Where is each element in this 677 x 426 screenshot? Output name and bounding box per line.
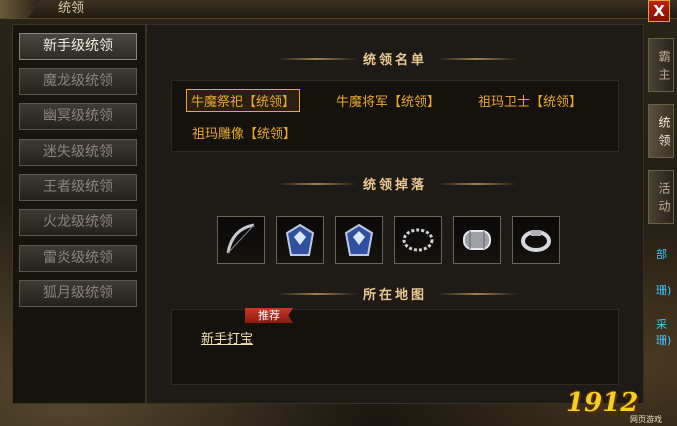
armor-blue-icon <box>344 223 374 256</box>
tab-commander[interactable]: 统领 <box>648 104 674 158</box>
commanders-title: 统领名单 <box>362 53 427 68</box>
commander-item[interactable]: 牛魔将军【统领】 <box>336 91 440 110</box>
title-bar: 统领 <box>0 0 677 19</box>
map-link[interactable]: 新手打宝 <box>201 328 253 347</box>
tab-overlord[interactable]: 霸主 <box>648 38 674 92</box>
commander-item[interactable]: 祖玛雕像【统领】 <box>192 123 296 142</box>
ring-icon <box>521 230 551 252</box>
nav-item-thunder-flame[interactable]: 雷炎级统领 <box>19 245 137 272</box>
drop-slot[interactable] <box>512 216 560 264</box>
close-button[interactable]: X <box>648 0 670 22</box>
necklace-icon <box>402 228 434 252</box>
bow-icon <box>226 223 255 254</box>
nav-item-lost[interactable]: 迷失级统领 <box>19 139 137 166</box>
title-ornament <box>0 0 40 18</box>
location-panel <box>171 309 619 385</box>
drop-slot[interactable] <box>453 216 501 264</box>
drop-slot[interactable] <box>335 216 383 264</box>
location-title: 所在地图 <box>362 288 427 303</box>
side-tip: 珊) <box>656 284 672 297</box>
recommend-badge: 推荐 <box>245 308 293 323</box>
drop-slot[interactable] <box>394 216 442 264</box>
level-nav: 新手级统领 魔龙级统领 幽冥级统领 迷失级统领 王者级统领 火龙级统领 雷炎级统… <box>12 24 146 404</box>
side-tip: 部 <box>656 248 667 261</box>
side-tip: 采珊) <box>656 318 672 347</box>
site-logo-sub: 网页游戏 <box>630 415 662 424</box>
commander-list: 牛魔祭祀【统领】 牛魔将军【统领】 祖玛卫士【统领】 祖玛雕像【统领】 <box>171 80 619 152</box>
drop-slot[interactable] <box>276 216 324 264</box>
main-panel: 统领名单 牛魔祭祀【统领】 牛魔将军【统领】 祖玛卫士【统领】 祖玛雕像【统领】… <box>146 24 644 404</box>
window-title: 统领 <box>58 1 85 16</box>
nav-item-fox-moon[interactable]: 狐月级统领 <box>19 280 137 307</box>
site-logo: 1912 <box>566 388 639 418</box>
commander-item[interactable]: 牛魔祭祀【统领】 <box>186 89 301 112</box>
nav-item-fire-dragon[interactable]: 火龙级统领 <box>19 209 137 236</box>
nav-item-novice[interactable]: 新手级统领 <box>19 33 137 60</box>
nav-item-king[interactable]: 王者级统领 <box>19 174 137 201</box>
tab-activity[interactable]: 活动 <box>648 170 674 224</box>
nav-item-nether[interactable]: 幽冥级统领 <box>19 103 137 130</box>
drop-slot[interactable] <box>217 216 265 264</box>
bracelet-icon <box>463 230 491 250</box>
armor-blue-icon <box>285 223 315 256</box>
commander-item[interactable]: 祖玛卫士【统领】 <box>478 91 582 110</box>
nav-item-demon-dragon[interactable]: 魔龙级统领 <box>19 68 137 95</box>
drops-title: 统领掉落 <box>362 178 427 193</box>
